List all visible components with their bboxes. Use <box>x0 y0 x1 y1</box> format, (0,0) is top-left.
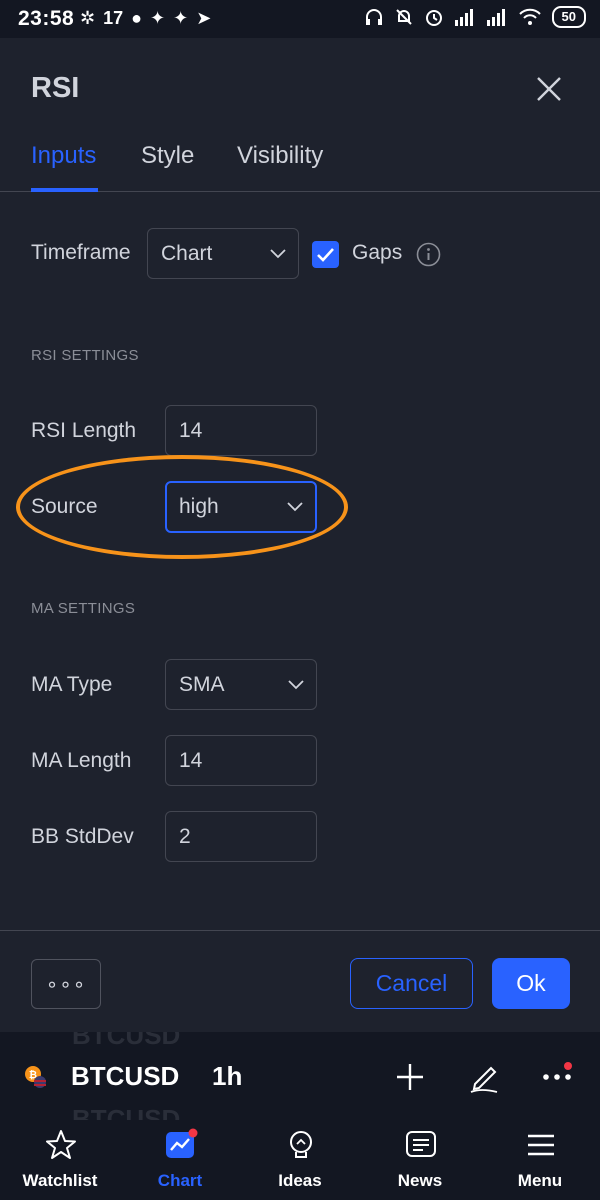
ellipsis-icon: ∘∘∘ <box>45 973 87 996</box>
drawing-pencil-icon[interactable] <box>467 1060 501 1094</box>
highlight-annotation-ellipse <box>16 455 348 559</box>
ma-type-label: MA Type <box>31 673 113 696</box>
ma-length-value: 14 <box>179 748 203 772</box>
nav-label: Watchlist <box>22 1171 98 1190</box>
tab-bar: Inputs Style Visibility <box>0 128 600 192</box>
notification-icon: ✲ <box>80 8 96 28</box>
bb-stddev-input[interactable]: 2 <box>165 811 317 862</box>
bb-stddev-label: BB StdDev <box>31 825 134 848</box>
info-icon[interactable] <box>416 242 441 267</box>
nav-ideas[interactable]: Ideas <box>240 1120 360 1200</box>
rsi-length-label: RSI Length <box>31 419 137 442</box>
nav-label: Chart <box>157 1171 203 1190</box>
signal-icon <box>486 9 505 26</box>
plus-icon[interactable] <box>393 1060 427 1094</box>
nav-label: Menu <box>517 1171 563 1190</box>
tab-style[interactable]: Style <box>141 142 194 170</box>
bottom-navigation: Watchlist Chart Ideas News Menu <box>0 1120 600 1200</box>
ma-length-input[interactable]: 14 <box>165 735 317 786</box>
dialog-footer: ∘∘∘ Cancel Ok <box>0 930 600 1032</box>
background-symbol-text: BTCUSD <box>72 1104 181 1120</box>
ma-type-select[interactable]: SMA <box>165 659 317 710</box>
gaps-checkbox[interactable] <box>312 241 339 268</box>
signal-icon <box>454 9 473 26</box>
nav-chart[interactable]: Chart <box>120 1120 240 1200</box>
star-icon <box>46 1130 76 1159</box>
rsi-length-input[interactable]: 14 <box>165 405 317 456</box>
timeframe-select[interactable]: Chart <box>147 228 299 279</box>
alarm-icon <box>425 10 442 26</box>
ma-settings-heading: MA SETTINGS <box>31 600 136 617</box>
status-bar: 23:58 ✲ 17 ● ✦ ✦ ➤ 50 <box>0 0 600 38</box>
ma-length-label: MA Length <box>31 749 132 772</box>
mute-bell-icon <box>395 9 412 25</box>
ma-type-value: SMA <box>179 672 225 696</box>
hamburger-icon <box>528 1134 554 1156</box>
cancel-button[interactable]: Cancel <box>350 958 473 1009</box>
tab-inputs[interactable]: Inputs <box>31 142 96 170</box>
tab-visibility[interactable]: Visibility <box>237 142 323 170</box>
telegram-icon: ➤ <box>196 8 212 28</box>
ok-button[interactable]: Ok <box>492 958 570 1009</box>
chart-icon <box>166 1128 198 1158</box>
more-options-button[interactable]: ∘∘∘ <box>31 959 101 1009</box>
symbol-name[interactable]: BTCUSD <box>71 1061 179 1092</box>
timeframe-value: Chart <box>161 241 213 265</box>
rsi-length-value: 14 <box>179 418 203 442</box>
nav-news[interactable]: News <box>360 1120 480 1200</box>
lightbulb-icon <box>290 1131 312 1158</box>
headphones-icon <box>365 9 382 25</box>
status-notification-icons: ✲ 17 ● ✦ ✦ ➤ <box>80 8 211 29</box>
bb-stddev-value: 2 <box>179 824 191 848</box>
checkmark-icon <box>317 248 334 262</box>
twitter-icon: ✦ <box>173 8 189 28</box>
background-symbol-text: BTCUSD <box>72 1032 181 1050</box>
cookie-icon: ● <box>131 8 142 28</box>
news-icon <box>406 1131 436 1157</box>
nav-label: News <box>397 1171 443 1190</box>
active-tab-indicator <box>31 188 98 192</box>
dialog-title: RSI <box>31 72 80 104</box>
chevron-down-icon <box>270 248 286 258</box>
nav-label: Ideas <box>278 1171 322 1190</box>
chevron-down-icon <box>288 679 304 689</box>
status-time: 23:58 <box>18 7 75 30</box>
close-icon[interactable] <box>532 72 566 106</box>
twitter-icon: ✦ <box>150 8 166 28</box>
battery-indicator: 50 <box>551 6 586 28</box>
rsi-settings-dialog: RSI Inputs Style Visibility Timeframe Ch… <box>0 38 600 1032</box>
gaps-label: Gaps <box>352 241 403 264</box>
status-system-icons: 50 <box>364 6 586 28</box>
rsi-settings-heading: RSI SETTINGS <box>31 347 139 364</box>
interval-selector[interactable]: 1h <box>212 1061 242 1092</box>
chart-symbol-bar: BTCUSD BTCUSD ₿ BTCUSD 1h <box>0 1032 600 1120</box>
timeframe-label: Timeframe <box>31 241 131 264</box>
more-horizontal-icon[interactable] <box>540 1060 574 1094</box>
nav-menu[interactable]: Menu <box>480 1120 600 1200</box>
wifi-icon <box>518 8 541 25</box>
nav-watchlist[interactable]: Watchlist <box>0 1120 120 1200</box>
tradingview-icon: 17 <box>103 8 124 28</box>
bitcoin-icon[interactable]: ₿ <box>24 1065 48 1089</box>
